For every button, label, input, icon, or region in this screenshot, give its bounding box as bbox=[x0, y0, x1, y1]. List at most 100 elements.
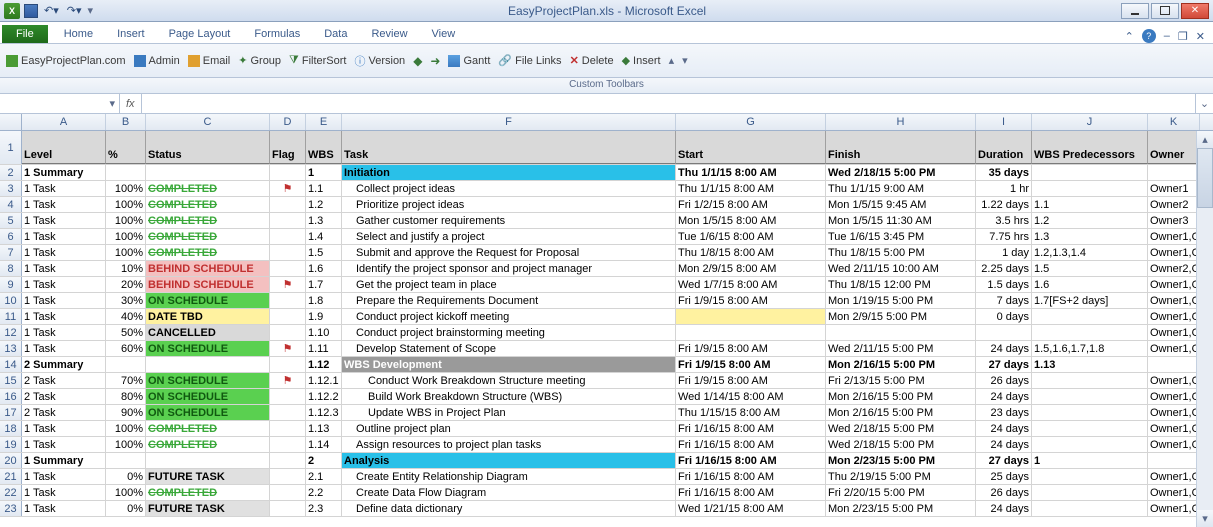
row-header[interactable]: 19 bbox=[0, 437, 22, 452]
status-cell[interactable]: FUTURE TASK bbox=[146, 501, 270, 516]
scroll-thumb[interactable] bbox=[1197, 148, 1213, 208]
level-cell[interactable]: 1 Task bbox=[22, 261, 106, 276]
tab-home[interactable]: Home bbox=[52, 25, 105, 43]
start-cell[interactable]: Wed 1/7/15 8:00 AM bbox=[676, 277, 826, 292]
toolbar-email[interactable]: Email bbox=[188, 55, 231, 67]
wbs-cell[interactable]: 2.1 bbox=[306, 469, 342, 484]
predecessor-cell[interactable] bbox=[1032, 325, 1148, 340]
duration-cell[interactable]: 1.22 days bbox=[976, 197, 1032, 212]
task-cell[interactable]: Gather customer requirements bbox=[342, 213, 676, 228]
finish-cell[interactable]: Mon 2/16/15 5:00 PM bbox=[826, 357, 976, 372]
redo-icon[interactable]: ↷▾ bbox=[65, 4, 84, 17]
toolbar-admin[interactable]: Admin bbox=[134, 55, 180, 67]
start-cell[interactable]: Fri 1/16/15 8:00 AM bbox=[676, 485, 826, 500]
flag-cell[interactable] bbox=[270, 229, 306, 244]
finish-cell[interactable]: Wed 2/18/15 5:00 PM bbox=[826, 165, 976, 180]
predecessor-cell[interactable]: 1.3 bbox=[1032, 229, 1148, 244]
finish-cell[interactable]: Thu 1/8/15 5:00 PM bbox=[826, 245, 976, 260]
column-header-K[interactable]: K bbox=[1148, 114, 1200, 130]
finish-cell[interactable]: Thu 1/8/15 12:00 PM bbox=[826, 277, 976, 292]
owner-cell[interactable]: Owner1,O bbox=[1148, 325, 1200, 340]
task-cell[interactable]: Assign resources to project plan tasks bbox=[342, 437, 676, 452]
task-cell[interactable]: Outline project plan bbox=[342, 421, 676, 436]
vertical-scrollbar[interactable]: ▴ ▾ bbox=[1196, 131, 1213, 527]
duration-cell[interactable] bbox=[976, 325, 1032, 340]
percent-cell[interactable]: 100% bbox=[106, 421, 146, 436]
wbs-cell[interactable]: 1.7 bbox=[306, 277, 342, 292]
owner-cell[interactable]: Owner1,O bbox=[1148, 277, 1200, 292]
column-header-I[interactable]: I bbox=[976, 114, 1032, 130]
task-cell[interactable]: Get the project team in place bbox=[342, 277, 676, 292]
save-icon[interactable] bbox=[24, 4, 38, 18]
row-header[interactable]: 10 bbox=[0, 293, 22, 308]
header-cell[interactable]: Finish bbox=[826, 131, 976, 164]
column-header-D[interactable]: D bbox=[270, 114, 306, 130]
level-cell[interactable]: 1 Summary bbox=[22, 453, 106, 468]
toolbar-version[interactable]: ⓘVersion bbox=[354, 53, 405, 69]
owner-cell[interactable]: Owner1,O bbox=[1148, 293, 1200, 308]
task-cell[interactable]: Initiation bbox=[342, 165, 676, 180]
column-header-J[interactable]: J bbox=[1032, 114, 1148, 130]
level-cell[interactable]: 1 Task bbox=[22, 341, 106, 356]
maximize-button[interactable] bbox=[1151, 3, 1179, 19]
toolbar-down-icon[interactable]: ▾ bbox=[682, 54, 688, 67]
status-cell[interactable]: FUTURE TASK bbox=[146, 469, 270, 484]
status-cell[interactable]: DATE TBD bbox=[146, 309, 270, 324]
flag-cell[interactable] bbox=[270, 293, 306, 308]
task-cell[interactable]: Create Entity Relationship Diagram bbox=[342, 469, 676, 484]
percent-cell[interactable]: 70% bbox=[106, 373, 146, 388]
start-cell[interactable]: Thu 1/1/15 8:00 AM bbox=[676, 181, 826, 196]
level-cell[interactable]: 1 Task bbox=[22, 501, 106, 516]
duration-cell[interactable]: 0 days bbox=[976, 309, 1032, 324]
column-header-B[interactable]: B bbox=[106, 114, 146, 130]
percent-cell[interactable]: 50% bbox=[106, 325, 146, 340]
owner-cell[interactable]: Owner1,O bbox=[1148, 405, 1200, 420]
wbs-cell[interactable]: 1.1 bbox=[306, 181, 342, 196]
task-cell[interactable]: Define data dictionary bbox=[342, 501, 676, 516]
percent-cell[interactable] bbox=[106, 453, 146, 468]
wbs-cell[interactable]: 1.12.1 bbox=[306, 373, 342, 388]
row-header[interactable]: 4 bbox=[0, 197, 22, 212]
formula-input[interactable] bbox=[142, 94, 1195, 113]
status-cell[interactable]: ON SCHEDULE bbox=[146, 373, 270, 388]
start-cell[interactable] bbox=[676, 325, 826, 340]
level-cell[interactable]: 2 Task bbox=[22, 373, 106, 388]
owner-cell[interactable]: Owner2 bbox=[1148, 197, 1200, 212]
header-cell[interactable]: Start bbox=[676, 131, 826, 164]
duration-cell[interactable]: 35 days bbox=[976, 165, 1032, 180]
start-cell[interactable]: Thu 1/1/15 8:00 AM bbox=[676, 165, 826, 180]
wbs-cell[interactable]: 1 bbox=[306, 165, 342, 180]
toolbar-filtersort[interactable]: ⧩FilterSort bbox=[289, 54, 346, 67]
duration-cell[interactable]: 26 days bbox=[976, 373, 1032, 388]
predecessor-cell[interactable] bbox=[1032, 485, 1148, 500]
owner-cell[interactable] bbox=[1148, 165, 1200, 180]
owner-cell[interactable]: Owner2,O bbox=[1148, 261, 1200, 276]
start-cell[interactable]: Wed 1/21/15 8:00 AM bbox=[676, 501, 826, 516]
owner-cell[interactable] bbox=[1148, 453, 1200, 468]
flag-cell[interactable] bbox=[270, 405, 306, 420]
owner-cell[interactable] bbox=[1148, 357, 1200, 372]
undo-icon[interactable]: ↶▾ bbox=[42, 4, 61, 17]
status-cell[interactable] bbox=[146, 453, 270, 468]
tab-review[interactable]: Review bbox=[359, 25, 419, 43]
help-icon[interactable]: ? bbox=[1142, 29, 1156, 43]
percent-cell[interactable]: 10% bbox=[106, 261, 146, 276]
percent-cell[interactable]: 0% bbox=[106, 501, 146, 516]
wbs-cell[interactable]: 1.14 bbox=[306, 437, 342, 452]
percent-cell[interactable]: 30% bbox=[106, 293, 146, 308]
flag-cell[interactable] bbox=[270, 389, 306, 404]
header-cell[interactable]: WBS bbox=[306, 131, 342, 164]
toolbar-prev-icon[interactable]: ◆ bbox=[413, 54, 422, 68]
toolbar-easyprojectplan[interactable]: EasyProjectPlan.com bbox=[6, 55, 126, 67]
level-cell[interactable]: 1 Task bbox=[22, 485, 106, 500]
task-cell[interactable]: Conduct project kickoff meeting bbox=[342, 309, 676, 324]
flag-cell[interactable] bbox=[270, 501, 306, 516]
row-header[interactable]: 18 bbox=[0, 421, 22, 436]
finish-cell[interactable]: Mon 2/23/15 5:00 PM bbox=[826, 453, 976, 468]
flag-cell[interactable] bbox=[270, 261, 306, 276]
flag-cell[interactable] bbox=[270, 309, 306, 324]
select-all-corner[interactable] bbox=[0, 114, 22, 130]
header-cell[interactable]: Duration bbox=[976, 131, 1032, 164]
level-cell[interactable]: 1 Task bbox=[22, 213, 106, 228]
duration-cell[interactable]: 2.25 days bbox=[976, 261, 1032, 276]
